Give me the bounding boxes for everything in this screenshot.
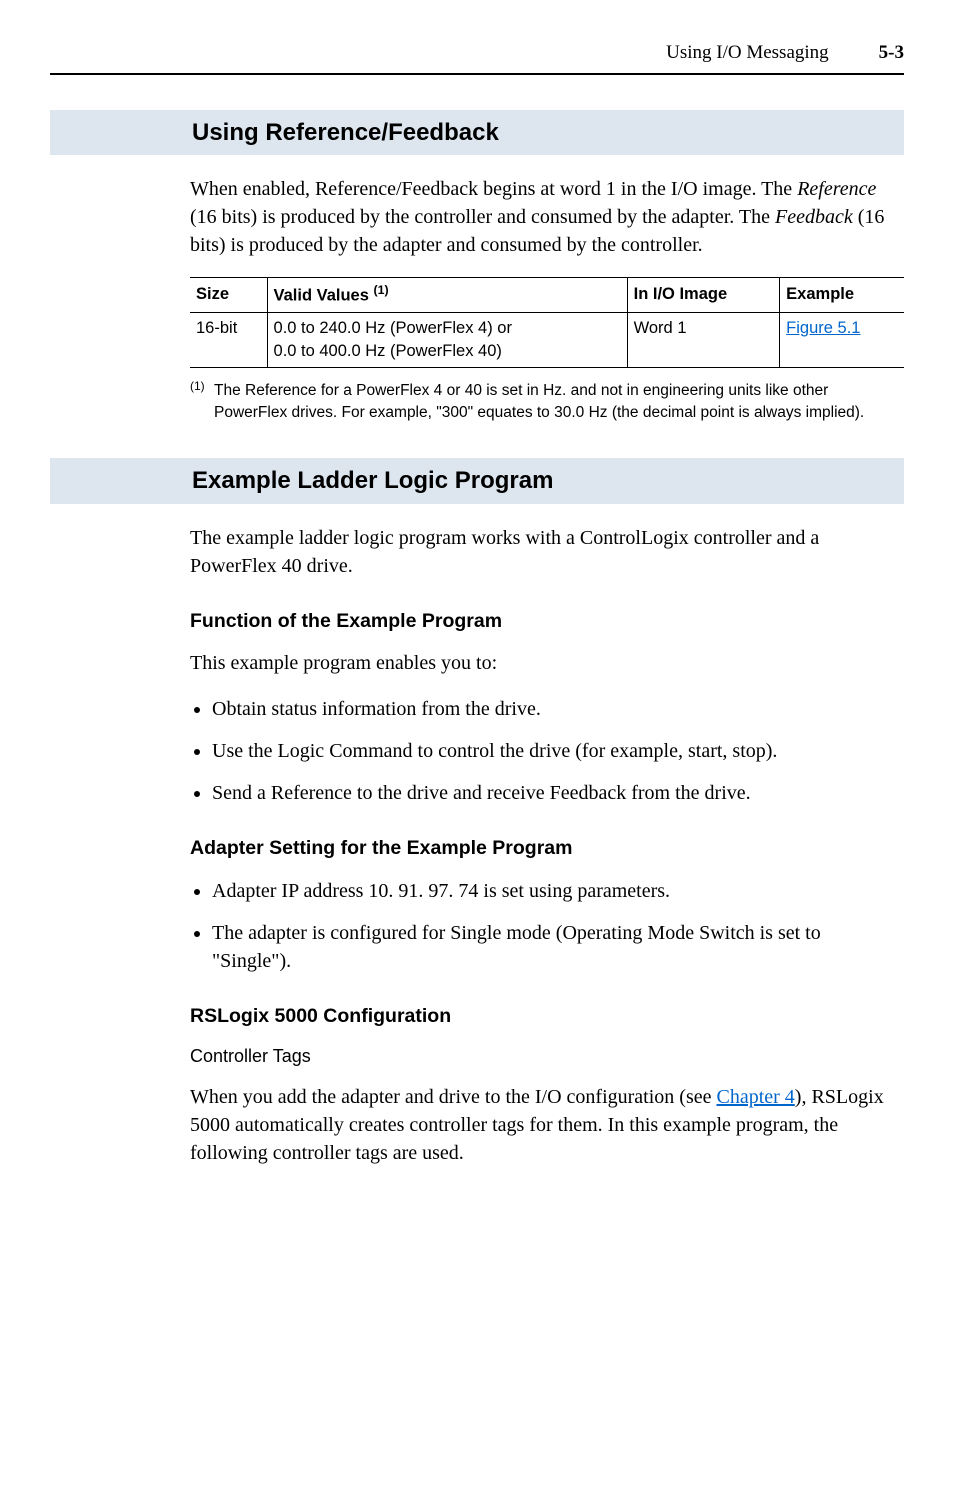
subheading-adapter-setting: Adapter Setting for the Example Program: [190, 835, 904, 862]
section-title: Using Reference/Feedback: [192, 116, 499, 150]
subheading-rslogix: RSLogix 5000 Configuration: [190, 1003, 904, 1030]
th-valid-values: Valid Values (1): [267, 278, 627, 313]
th-size: Size: [190, 278, 267, 313]
th-example: Example: [780, 278, 904, 313]
section-title: Example Ladder Logic Program: [192, 464, 553, 498]
feedback-term: Feedback: [775, 206, 853, 228]
footnote-marker: (1): [190, 378, 214, 421]
list-item: Obtain status information from the drive…: [212, 695, 904, 723]
list-item: Adapter IP address 10. 91. 97. 74 is set…: [212, 877, 904, 905]
td-size: 16-bit: [190, 312, 267, 367]
reference-feedback-content: When enabled, Reference/Feedback begins …: [190, 175, 904, 423]
reference-values-table: Size Valid Values (1) In I/O Image Examp…: [190, 277, 904, 368]
th-io-image: In I/O Image: [627, 278, 780, 313]
footnote-text: The Reference for a PowerFlex 4 or 40 is…: [214, 380, 904, 423]
page-header: Using I/O Messaging 5-3: [50, 40, 904, 75]
section-heading-example-ladder: Example Ladder Logic Program: [50, 458, 904, 504]
table-row: 16-bit 0.0 to 240.0 Hz (PowerFlex 4) or …: [190, 312, 904, 367]
reference-term: Reference: [797, 178, 876, 200]
footnote: (1) The Reference for a PowerFlex 4 or 4…: [190, 380, 904, 423]
controller-tags-paragraph: When you add the adapter and drive to th…: [190, 1083, 904, 1167]
function-intro: This example program enables you to:: [190, 649, 904, 677]
header-page-number: 5-3: [879, 40, 904, 67]
example-ladder-intro: The example ladder logic program works w…: [190, 524, 904, 580]
figure-link[interactable]: Figure 5.1: [786, 319, 860, 337]
example-ladder-content: The example ladder logic program works w…: [190, 524, 904, 1167]
td-valid-values: 0.0 to 240.0 Hz (PowerFlex 4) or 0.0 to …: [267, 312, 627, 367]
controller-tags-label: Controller Tags: [190, 1044, 904, 1069]
section-heading-reference-feedback: Using Reference/Feedback: [50, 110, 904, 156]
header-title: Using I/O Messaging: [666, 40, 829, 67]
list-item: Send a Reference to the drive and receiv…: [212, 779, 904, 807]
list-item: Use the Logic Command to control the dri…: [212, 737, 904, 765]
adapter-bullet-list: Adapter IP address 10. 91. 97. 74 is set…: [190, 877, 904, 975]
chapter-link[interactable]: Chapter 4: [716, 1086, 794, 1108]
td-example: Figure 5.1: [780, 312, 904, 367]
function-bullet-list: Obtain status information from the drive…: [190, 695, 904, 807]
td-io-image: Word 1: [627, 312, 780, 367]
list-item: The adapter is configured for Single mod…: [212, 919, 904, 975]
table-header-row: Size Valid Values (1) In I/O Image Examp…: [190, 278, 904, 313]
subheading-function: Function of the Example Program: [190, 608, 904, 635]
reference-feedback-paragraph: When enabled, Reference/Feedback begins …: [190, 175, 904, 259]
